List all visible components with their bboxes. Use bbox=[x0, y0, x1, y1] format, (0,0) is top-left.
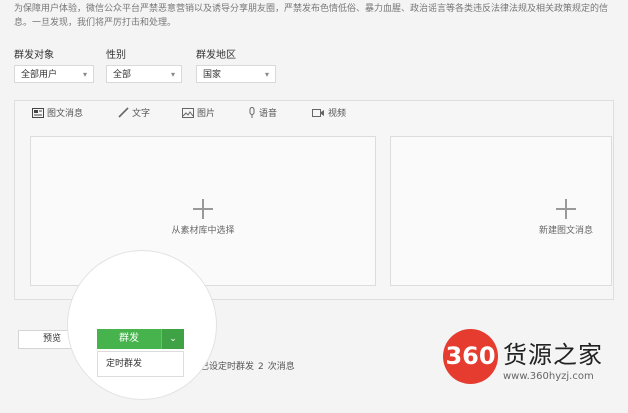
scheduled-status: 已设定时群发 2 次消息 bbox=[200, 359, 299, 372]
watermark-badge: 360 bbox=[443, 329, 498, 384]
region-select-value: 国家 bbox=[203, 70, 222, 80]
watermark-logo: 360 货源之家 www.360hyzj.com bbox=[443, 329, 628, 399]
watermark-title: 货源之家 bbox=[503, 341, 603, 369]
region-select[interactable]: 国家 ▾ bbox=[196, 65, 276, 83]
send-dropdown-toggle[interactable]: ⌄ bbox=[161, 329, 184, 349]
send-button[interactable]: 群发 bbox=[97, 329, 161, 349]
scheduled-status-prefix: 已设定时群发 bbox=[200, 362, 255, 372]
target-select[interactable]: 全部用户 ▾ bbox=[14, 65, 94, 83]
scheduled-status-suffix: 次消息 bbox=[267, 362, 295, 372]
mic-icon bbox=[249, 107, 255, 118]
tab-news[interactable]: 图文消息 bbox=[32, 106, 83, 119]
target-select-value: 全部用户 bbox=[21, 70, 58, 80]
gender-select[interactable]: 全部 ▾ bbox=[106, 65, 182, 83]
chevron-down-icon: ▾ bbox=[82, 70, 87, 79]
tab-voice-label: 语音 bbox=[259, 109, 278, 119]
select-from-library-label: 从素材库中选择 bbox=[171, 226, 235, 236]
video-icon bbox=[312, 108, 324, 117]
scheduled-send-menu-item[interactable]: 定时群发 bbox=[97, 351, 184, 377]
message-type-tabs: 图文消息 文字 图片 语音 视频 bbox=[14, 100, 614, 126]
create-news-panel[interactable]: 新建图文消息 bbox=[390, 136, 612, 286]
scheduled-count: 2 bbox=[258, 362, 264, 372]
gender-label: 性别 bbox=[106, 50, 126, 61]
pen-icon bbox=[118, 107, 129, 118]
chevron-down-icon: ⌄ bbox=[169, 334, 177, 344]
gender-select-value: 全部 bbox=[113, 70, 132, 80]
create-news-label: 新建图文消息 bbox=[538, 226, 593, 236]
target-label: 群发对象 bbox=[14, 50, 54, 61]
plus-icon bbox=[193, 199, 213, 219]
tab-text[interactable]: 文字 bbox=[118, 106, 150, 119]
region-label: 群发地区 bbox=[196, 50, 236, 61]
tab-news-label: 图文消息 bbox=[47, 109, 84, 119]
notice-text: 为保障用户体验，微信公众平台严禁恶意营销以及诱导分享朋友圈，严禁发布色情低俗、暴… bbox=[14, 4, 609, 28]
tab-image[interactable]: 图片 bbox=[182, 106, 215, 119]
tab-video[interactable]: 视频 bbox=[312, 106, 346, 119]
select-from-library-panel[interactable]: 从素材库中选择 bbox=[30, 136, 376, 286]
image-icon bbox=[182, 107, 194, 118]
tab-video-label: 视频 bbox=[328, 109, 347, 119]
chevron-down-icon: ▾ bbox=[264, 70, 269, 79]
watermark-url: www.360hyzj.com bbox=[503, 371, 594, 382]
tab-image-label: 图片 bbox=[197, 109, 216, 119]
news-icon bbox=[32, 107, 44, 118]
tab-text-label: 文字 bbox=[132, 109, 151, 119]
plus-icon bbox=[556, 199, 576, 219]
tab-voice[interactable]: 语音 bbox=[248, 106, 277, 119]
chevron-down-icon: ▾ bbox=[170, 70, 175, 79]
send-button-group: 群发 ⌄ bbox=[97, 329, 184, 349]
